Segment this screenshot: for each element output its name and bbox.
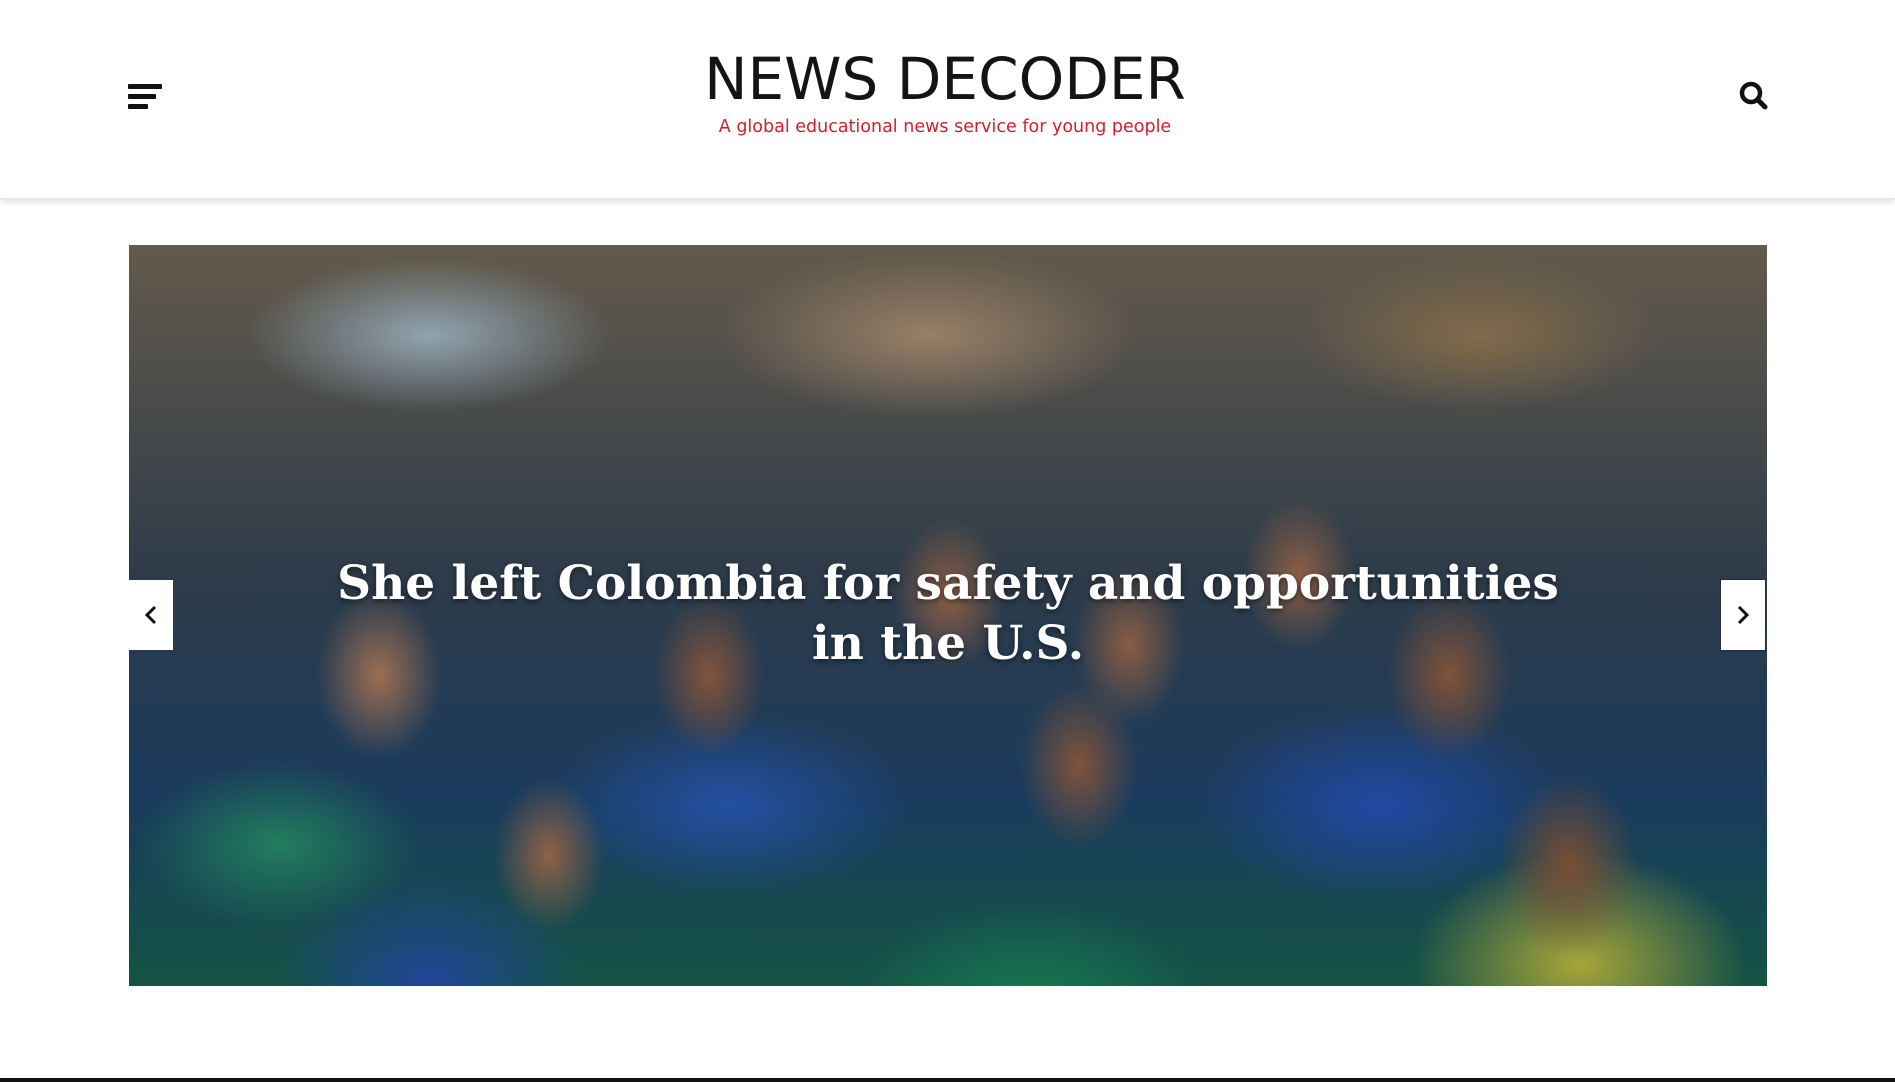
- chevron-right-icon: [1737, 605, 1750, 625]
- featured-slider: She left Colombia for safety and opportu…: [129, 245, 1767, 986]
- logo-tagline: A global educational news service for yo…: [718, 117, 1172, 137]
- search-icon: [1739, 81, 1768, 110]
- slider-prev-button[interactable]: [129, 580, 173, 650]
- slider-next-button[interactable]: [1720, 579, 1766, 651]
- chevron-left-icon: [144, 605, 157, 625]
- menu-button[interactable]: [126, 80, 166, 114]
- hamburger-menu-icon: [128, 84, 162, 89]
- page-divider: [0, 1078, 1895, 1082]
- site-header: NEWS DECODER A global educational news s…: [0, 0, 1895, 199]
- slide-title-link[interactable]: She left Colombia for safety and opportu…: [329, 554, 1567, 674]
- search-button[interactable]: [1736, 78, 1772, 114]
- logo-title: NEWS DECODER: [704, 45, 1186, 113]
- site-logo[interactable]: NEWS DECODER A global educational news s…: [698, 44, 1192, 138]
